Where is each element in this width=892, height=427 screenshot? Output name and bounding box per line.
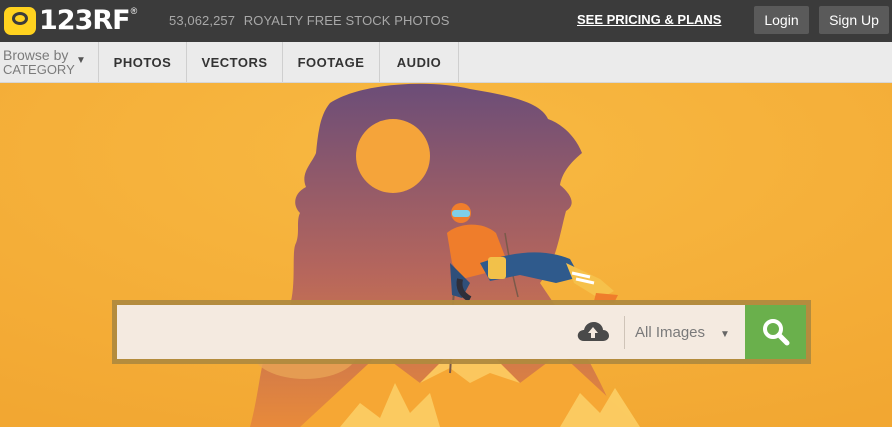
logo-text: 123RF xyxy=(39,5,131,36)
registered-mark: ® xyxy=(130,5,138,16)
category-nav: Browse by CATEGORY ▼ PHOTOS VECTORS FOOT… xyxy=(0,42,892,83)
hero-illustration xyxy=(0,83,892,427)
dropdown-caret-icon: ▼ xyxy=(76,55,86,66)
top-bar: 123RF ® 53,062,257 ROYALTY FREE STOCK PH… xyxy=(0,0,892,42)
nav-vectors[interactable]: VECTORS xyxy=(187,42,283,82)
browse-label: Browse by xyxy=(3,47,69,63)
search-input[interactable] xyxy=(117,305,567,359)
logo-camera-icon xyxy=(4,6,36,35)
browse-category-label: CATEGORY xyxy=(3,62,75,77)
tagline-text: ROYALTY FREE STOCK PHOTOS xyxy=(243,13,450,28)
signup-button[interactable]: Sign Up xyxy=(819,6,889,34)
site-logo[interactable]: 123RF ® xyxy=(4,5,137,36)
nav-audio[interactable]: AUDIO xyxy=(380,42,459,82)
tagline: 53,062,257 ROYALTY FREE STOCK PHOTOS xyxy=(169,13,450,28)
login-button[interactable]: Login xyxy=(754,6,809,34)
photo-count: 53,062,257 xyxy=(169,13,236,28)
pricing-link[interactable]: SEE PRICING & PLANS xyxy=(577,12,721,27)
search-icon xyxy=(762,319,789,346)
browse-category-dropdown[interactable]: Browse by CATEGORY ▼ xyxy=(0,42,99,82)
chevron-down-icon[interactable]: ▼ xyxy=(720,329,730,340)
sun xyxy=(356,119,430,193)
nav-footage[interactable]: FOOTAGE xyxy=(283,42,380,82)
search-button[interactable] xyxy=(745,305,806,359)
upload-cloud-icon[interactable] xyxy=(576,319,610,345)
search-divider xyxy=(624,316,625,349)
nav-photos[interactable]: PHOTOS xyxy=(99,42,187,82)
image-type-select[interactable]: All Images xyxy=(635,324,705,341)
hero-banner xyxy=(0,83,892,427)
